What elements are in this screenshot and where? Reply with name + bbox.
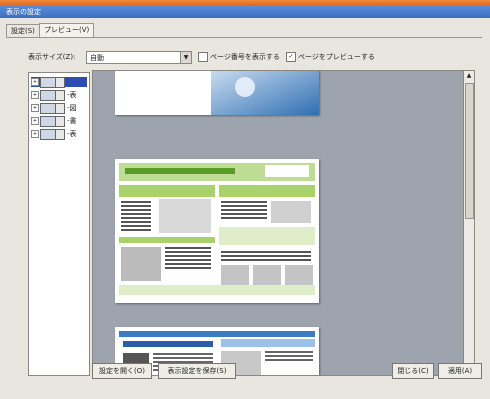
page-preview-label: ページをプレビューする [298, 53, 375, 61]
chevron-down-icon[interactable]: ▼ [180, 52, 191, 63]
size-select-value: 自動 [90, 54, 104, 62]
apply-button[interactable]: 適用(A) [438, 363, 482, 379]
page-thumbnail [40, 90, 56, 101]
tree-item[interactable]: + -表 [31, 90, 87, 101]
tree-item-label: -表 [67, 130, 77, 138]
page-1-cover-image [211, 71, 319, 115]
tree-item[interactable]: + -図 [31, 103, 87, 114]
expand-icon[interactable]: + [31, 78, 39, 86]
page-thumbnail [55, 103, 65, 114]
page-thumbnail [40, 77, 56, 88]
page-thumbnail [55, 90, 65, 101]
scroll-thumb[interactable] [465, 83, 474, 219]
tree-item-label: -表 [67, 91, 77, 99]
tree-item-label: -図 [67, 104, 77, 112]
preview-page-2 [115, 159, 319, 303]
page-thumbnail [40, 129, 56, 140]
tree-item[interactable]: + -書 [31, 116, 87, 127]
size-select[interactable]: 自動 ▼ [86, 51, 192, 64]
page-thumbnail [55, 77, 65, 88]
tab-preview[interactable]: プレビュー(V) [39, 23, 95, 38]
cancel-button[interactable]: 閉じる(C) [392, 363, 434, 379]
page-preview-area[interactable] [92, 70, 466, 376]
tab-settings[interactable]: 設定(S) [6, 24, 40, 38]
page-number-checkbox[interactable] [198, 52, 208, 62]
vertical-scrollbar[interactable]: ▲ ▼ [463, 70, 475, 376]
scroll-up-icon[interactable]: ▲ [464, 71, 474, 81]
save-settings-button[interactable]: 表示設定を保存(S) [158, 363, 236, 379]
expand-icon[interactable]: + [31, 104, 39, 112]
open-settings-button[interactable]: 設定を開く(O) [92, 363, 152, 379]
page-preview-checkbox[interactable]: ✓ [286, 52, 296, 62]
tab-divider [6, 37, 482, 38]
tree-item-label: -書 [67, 117, 77, 125]
page-thumbnail [40, 116, 56, 127]
size-label: 表示サイズ(Z): [28, 53, 76, 61]
window-title: 表示の設定 [6, 8, 41, 16]
page-thumbnail [40, 103, 56, 114]
preview-page-1 [115, 71, 319, 115]
options-row: 表示サイズ(Z): 自動 ▼ ページ番号を表示する ✓ ページをプレビューする [28, 51, 458, 64]
dialog: 設定(S) プレビュー(V) 表示サイズ(Z): 自動 ▼ ページ番号を表示する… [0, 18, 490, 399]
tree-item[interactable]: + [31, 77, 87, 88]
expand-icon[interactable]: + [31, 91, 39, 99]
page-number-label: ページ番号を表示する [210, 53, 280, 61]
page-thumbnail [55, 116, 65, 127]
page-thumbnail [55, 129, 65, 140]
expand-icon[interactable]: + [31, 130, 39, 138]
dialog-footer: 設定を開く(O) 表示設定を保存(S) 閉じる(C) 適用(A) [0, 360, 490, 381]
tree-item[interactable]: + -表 [31, 129, 87, 140]
title-bar: 表示の設定 [0, 5, 490, 18]
page-2-layout [119, 163, 315, 295]
expand-icon[interactable]: + [31, 117, 39, 125]
page-tree-panel[interactable]: + + -表 + -図 + -書 + -表 [28, 72, 90, 376]
